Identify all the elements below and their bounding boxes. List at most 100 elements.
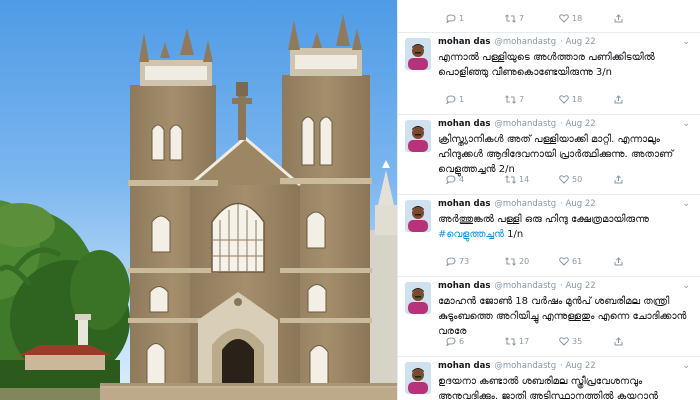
reply-count: 6 — [459, 337, 465, 346]
share-icon — [614, 175, 623, 184]
reply-count: 4 — [459, 175, 465, 184]
retweet-count: 17 — [519, 337, 530, 346]
tweet-header: mohan das @mohandastg · Aug 22 ⌄ — [438, 360, 690, 373]
tweet-item[interactable]: mohan das @mohandastg · Aug 22 ⌄ മോഹൻ ജോൺ … — [398, 277, 700, 357]
like-count: 18 — [572, 95, 583, 104]
retweet-button[interactable]: 7 — [505, 93, 524, 107]
retweet-button[interactable]: 17 — [505, 335, 529, 349]
tweet-actions: 6 17 35 — [438, 335, 678, 349]
heart-icon — [559, 14, 569, 23]
share-button[interactable] — [614, 93, 626, 107]
author-handle[interactable]: @mohandastg — [494, 37, 556, 47]
retweet-icon — [505, 95, 516, 104]
avatar[interactable] — [405, 200, 431, 232]
tweet-item[interactable]: mohan das @mohandastg · Aug 22 ⌄ അർത്തുങ്ക… — [398, 195, 700, 277]
reply-icon — [445, 14, 456, 24]
tweet-feed: 1 7 18 mohan das @mohandastg · Aug 22 ⌄ … — [397, 0, 700, 400]
share-button[interactable] — [614, 12, 626, 26]
tweet-header: mohan das @mohandastg · Aug 22 ⌄ — [438, 198, 690, 211]
tweet-item[interactable]: 1 7 18 — [398, 0, 700, 33]
retweet-button[interactable]: 14 — [505, 173, 529, 187]
author-name[interactable]: mohan das — [438, 199, 490, 209]
chevron-down-icon[interactable]: ⌄ — [682, 360, 690, 373]
tweet-content: അർത്തുങ്കൽ പള്ളി ഒരു ഹിന്ദു ക്ഷേത്രമായിര… — [438, 214, 649, 225]
retweet-icon — [505, 257, 516, 266]
like-button[interactable]: 50 — [559, 173, 582, 187]
heart-icon — [559, 175, 569, 184]
like-count: 50 — [572, 175, 583, 184]
tweet-actions: 1 7 18 — [438, 93, 678, 107]
like-button[interactable]: 18 — [559, 12, 582, 26]
tweet-item[interactable]: mohan das @mohandastg · Aug 22 ⌄ എന്നാൽ പള… — [398, 33, 700, 115]
author-handle[interactable]: @mohandastg — [494, 119, 556, 129]
profile-picture — [405, 200, 431, 232]
author-name[interactable]: mohan das — [438, 361, 490, 371]
profile-picture — [405, 362, 431, 394]
share-icon — [614, 337, 623, 346]
chevron-down-icon[interactable]: ⌄ — [682, 36, 690, 49]
author-handle[interactable]: @mohandastg — [494, 281, 556, 291]
tweet-text: മോഹൻ ജോൺ 18 വർഷം മുൻപ് ശബരിമല തന്ത്രി കു… — [438, 294, 693, 339]
share-icon — [614, 257, 623, 266]
retweet-button[interactable]: 7 — [505, 12, 524, 26]
reply-icon — [445, 257, 456, 267]
tweet-header: mohan das @mohandastg · Aug 22 ⌄ — [438, 118, 690, 131]
author-name[interactable]: mohan das — [438, 281, 490, 291]
like-count: 61 — [572, 257, 583, 266]
avatar[interactable] — [405, 120, 431, 152]
tweet-date[interactable]: Aug 22 — [566, 37, 596, 47]
tweet-content: ഉദയനാ കണ്ടാൽ ശബരിമല സ്ത്രീപ്രവേശനവും അനു… — [438, 376, 659, 400]
reply-icon — [445, 337, 456, 347]
like-button[interactable]: 35 — [559, 335, 582, 349]
tweet-text: അർത്തുങ്കൽ പള്ളി ഒരു ഹിന്ദു ക്ഷേത്രമായിര… — [438, 212, 693, 242]
reply-button[interactable]: 6 — [445, 335, 465, 349]
reply-button[interactable]: 1 — [445, 12, 464, 26]
tweet-header: mohan das @mohandastg · Aug 22 ⌄ — [438, 280, 690, 293]
avatar[interactable] — [405, 282, 431, 314]
like-button[interactable]: 18 — [559, 93, 582, 107]
tweet-item[interactable]: mohan das @mohandastg · Aug 22 ⌄ ഉദയനാ കണ്… — [398, 357, 700, 400]
retweet-icon — [505, 337, 516, 346]
profile-picture — [405, 120, 431, 152]
share-icon — [614, 14, 623, 23]
chevron-down-icon[interactable]: ⌄ — [682, 198, 690, 211]
avatar[interactable] — [405, 38, 431, 70]
tweet-text: എന്നാൽ പള്ളിയുടെ അൾത്താര പണിക്കിടയിൽ പൊള… — [438, 50, 693, 80]
tweet-content: മോഹൻ ജോൺ 18 വർഷം മുൻപ് ശബരിമല തന്ത്രി കു… — [438, 296, 687, 337]
heart-icon — [559, 337, 569, 346]
heart-icon — [559, 257, 569, 266]
tweet-header: mohan das @mohandastg · Aug 22 ⌄ — [438, 36, 690, 49]
share-button[interactable] — [614, 173, 626, 187]
reply-button[interactable]: 1 — [445, 93, 465, 107]
reply-icon — [445, 95, 456, 105]
tweet-date[interactable]: Aug 22 — [566, 281, 596, 291]
hashtag-link[interactable]: #വെളുത്തച്ചൻ — [438, 229, 504, 240]
tweet-item[interactable]: mohan das @mohandastg · Aug 22 ⌄ ക്രിസ്ത്യ… — [398, 115, 700, 195]
tweet-actions: 1 7 18 — [438, 12, 678, 26]
author-handle[interactable]: @mohandastg — [494, 361, 556, 371]
author-name[interactable]: mohan das — [438, 119, 490, 129]
share-button[interactable] — [614, 335, 626, 349]
tweet-date[interactable]: Aug 22 — [566, 119, 596, 129]
church-photo — [0, 0, 397, 400]
chevron-down-icon[interactable]: ⌄ — [682, 118, 690, 131]
reply-button[interactable]: 73 — [445, 255, 469, 269]
reply-count: 1 — [459, 95, 465, 104]
retweet-button[interactable]: 20 — [505, 255, 529, 269]
retweet-count: 14 — [519, 175, 530, 184]
share-button[interactable] — [614, 255, 626, 269]
reply-icon — [445, 175, 456, 185]
avatar[interactable] — [405, 362, 431, 394]
author-name[interactable]: mohan das — [438, 37, 490, 47]
tweet-text: ഉദയനാ കണ്ടാൽ ശബരിമല സ്ത്രീപ്രവേശനവും അനു… — [438, 374, 693, 400]
tweet-text: ക്രിസ്ത്യാനികൾ അത് പള്ളിയാക്കി മാറ്റി. എ… — [438, 132, 693, 177]
reply-button[interactable]: 4 — [445, 173, 465, 187]
church-illustration — [0, 14, 397, 400]
profile-picture — [405, 38, 431, 70]
tweet-date[interactable]: Aug 22 — [566, 199, 596, 209]
like-button[interactable]: 61 — [559, 255, 582, 269]
author-handle[interactable]: @mohandastg — [494, 199, 556, 209]
tweet-date[interactable]: Aug 22 — [566, 361, 596, 371]
retweet-icon — [505, 14, 516, 23]
chevron-down-icon[interactable]: ⌄ — [682, 280, 690, 293]
